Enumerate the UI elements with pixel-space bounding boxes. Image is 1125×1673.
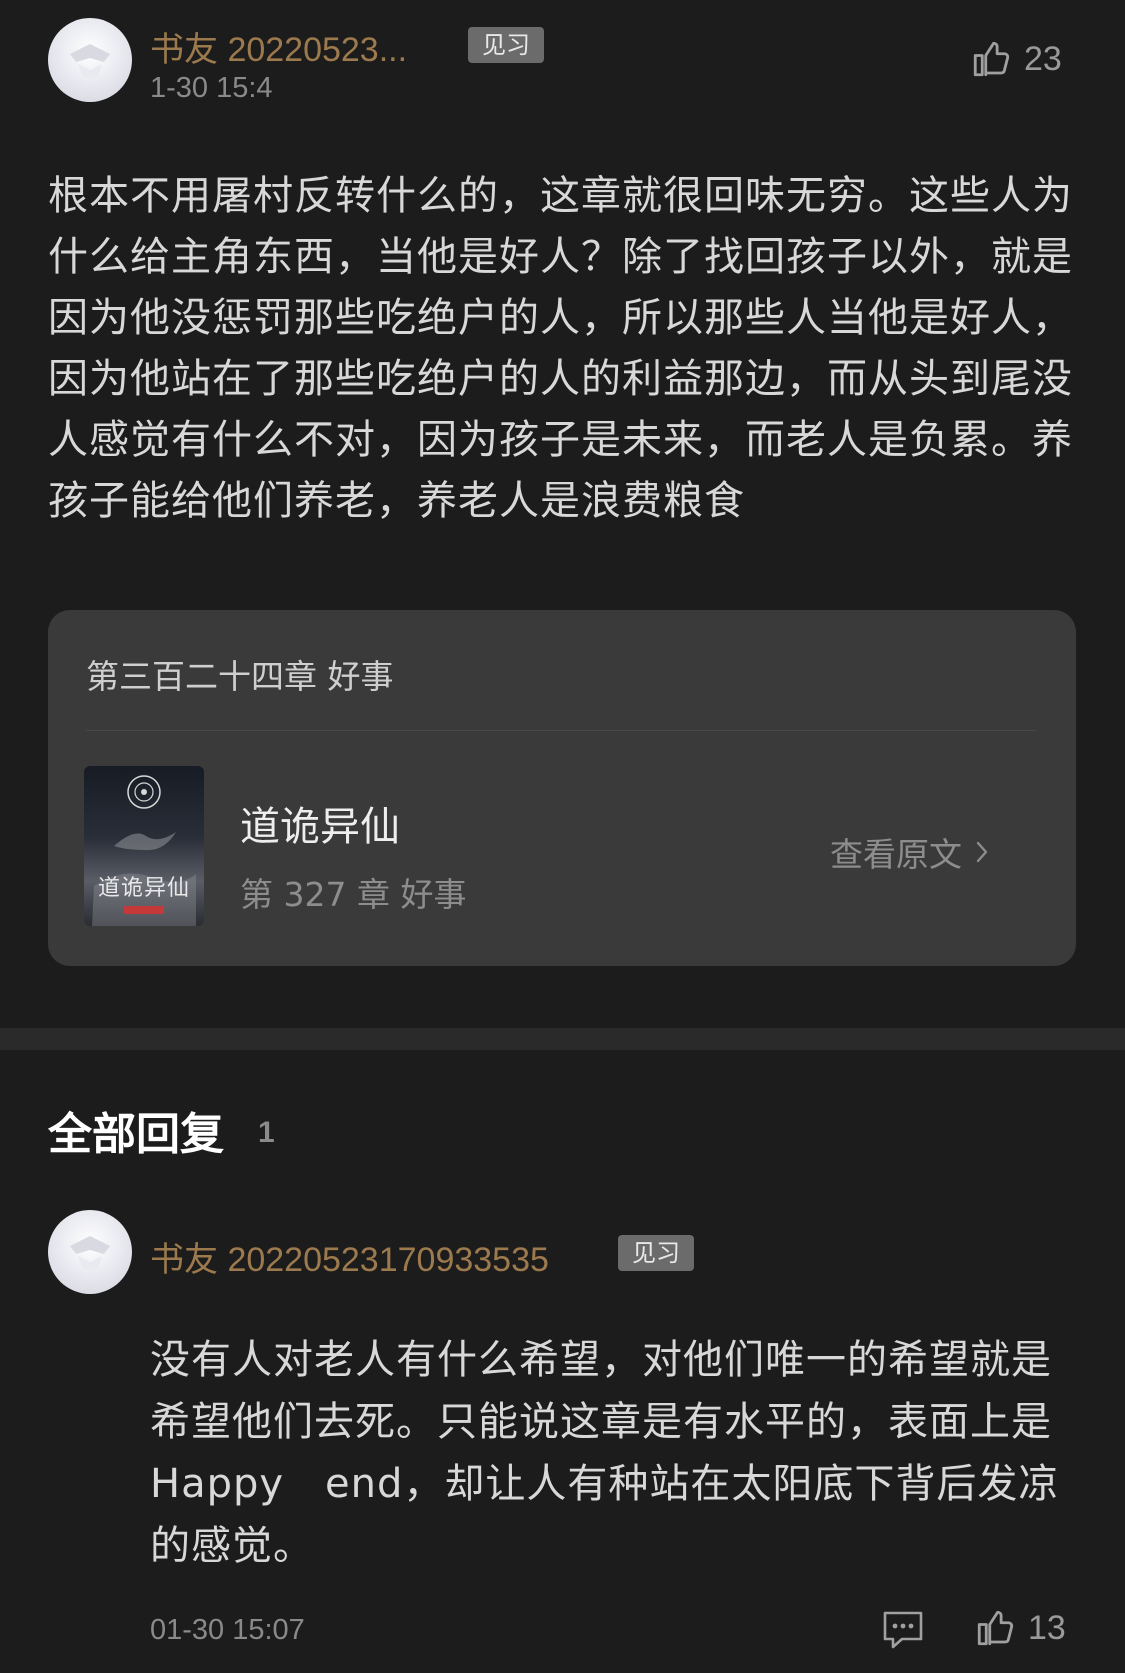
reply-like-count: 13 (1028, 1608, 1066, 1647)
book-chapter: 第 327 章 好事 (240, 875, 467, 914)
chevron-right-icon (976, 841, 988, 863)
level-badge: 见习 (618, 1235, 694, 1271)
divider (86, 730, 1036, 731)
reply-content: 没有人对老人有什么希望，对他们唯一的希望就是希望他们去死。只能说这章是有水平的，… (150, 1337, 1060, 1569)
comment-post: 书友 20220523... 见习 1-30 15:4 23 根本不用屠村反转什… (0, 0, 1125, 1028)
reply-username[interactable]: 书友 20220523170933535 (150, 1232, 549, 1281)
cover-emblem-icon (92, 775, 196, 926)
view-original-label: 查看原文 (830, 835, 962, 874)
section-divider (0, 1028, 1125, 1050)
publisher-logo (124, 906, 164, 914)
like-count: 23 (1024, 39, 1062, 78)
avatar[interactable] (48, 18, 132, 102)
username[interactable]: 书友 20220523... (150, 22, 407, 71)
reply-like-button[interactable]: 13 (974, 1607, 1066, 1649)
reply-comment-button[interactable] (880, 1608, 926, 1656)
like-button[interactable]: 23 (970, 38, 1062, 80)
view-original-link[interactable]: 查看原文 (830, 828, 994, 876)
replies-heading: 全部回复 (48, 1109, 224, 1160)
avatar-icon (70, 44, 110, 80)
replies-count: 1 (258, 1116, 275, 1149)
chapter-title: 第三百二十四章 好事 (86, 657, 394, 696)
avatar-icon (70, 1236, 110, 1272)
chapter-card[interactable]: 第三百二十四章 好事 道诡异仙 道诡异仙 第 327 章 好事 查看原文 (48, 610, 1076, 966)
book-cover[interactable]: 道诡异仙 (84, 766, 204, 926)
post-date: 1-30 15:4 (150, 72, 273, 104)
cover-title: 道诡异仙 (97, 876, 190, 901)
avatar[interactable] (48, 1210, 132, 1294)
comment-icon (883, 1611, 923, 1649)
thumbs-up-icon (973, 41, 1010, 77)
reply-date: 01-30 15:07 (150, 1614, 305, 1646)
level-badge: 见习 (468, 27, 544, 63)
post-content: 根本不用屠村反转什么的，这章就很回味无穷。这些人为什么给主角东西，当他是好人？除… (48, 173, 1073, 524)
thumbs-up-icon (977, 1610, 1014, 1646)
book-name: 道诡异仙 (240, 804, 400, 850)
